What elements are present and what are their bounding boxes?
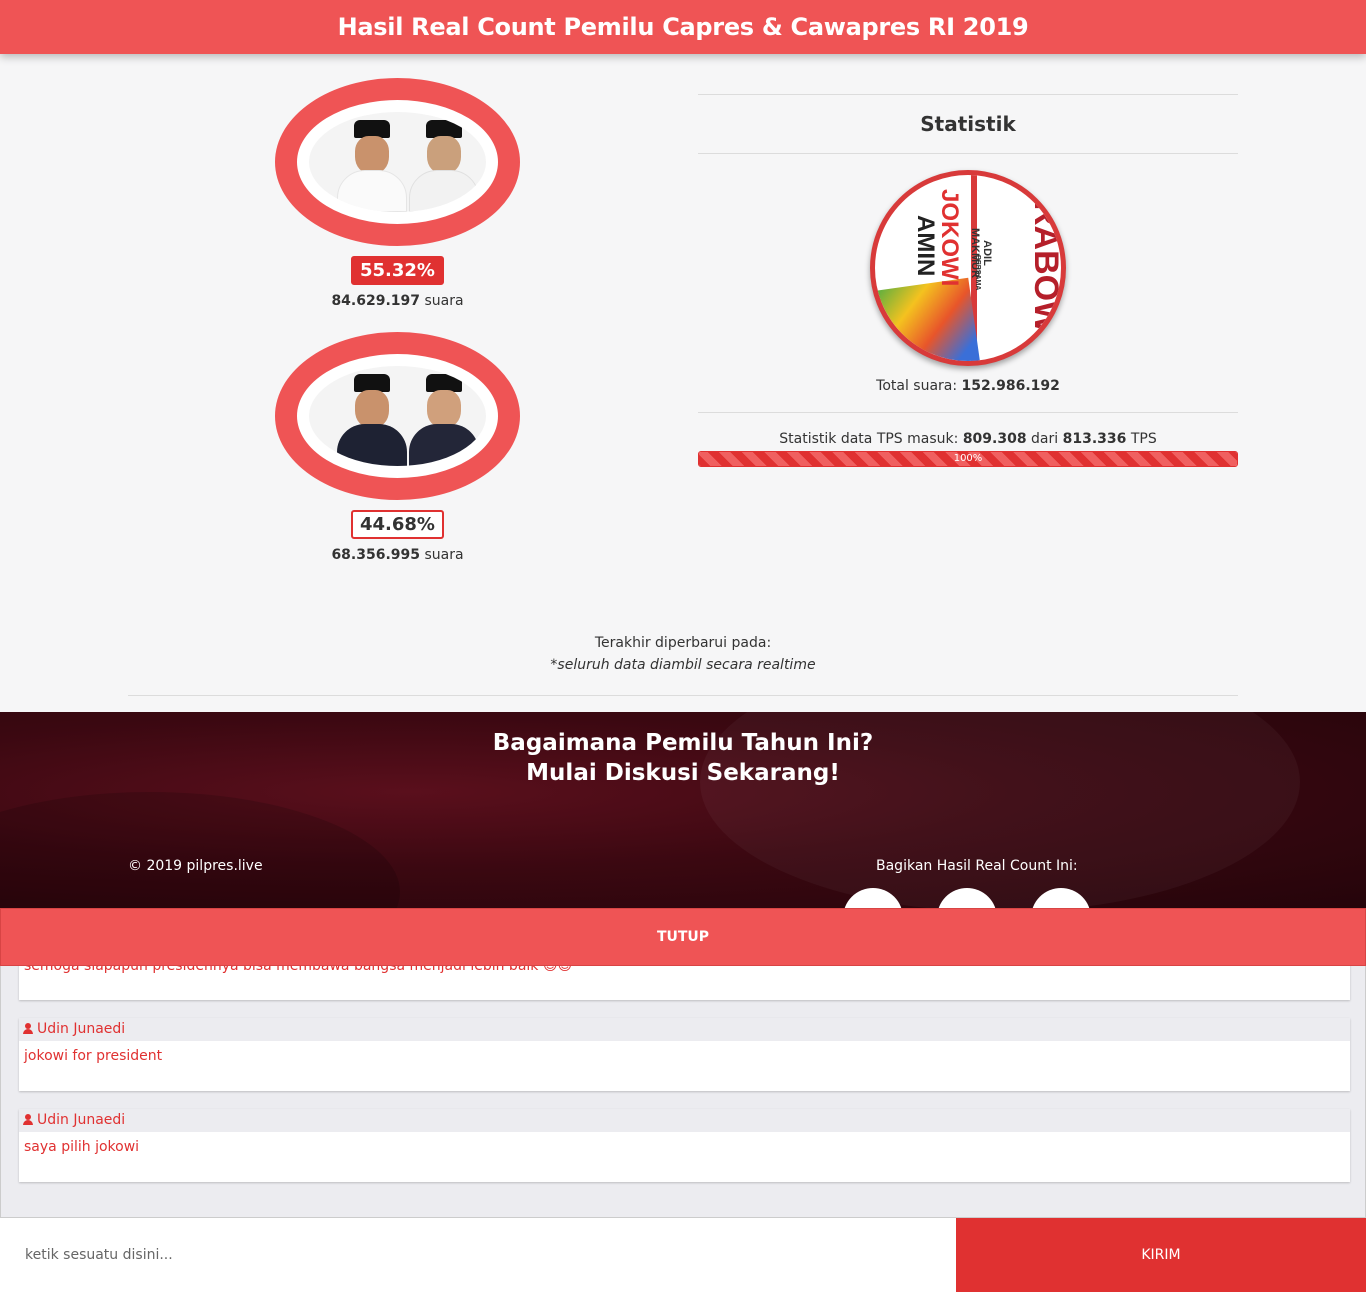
candidate-votes: 84.629.197 suara [331,293,464,309]
user-icon [23,1114,33,1125]
candidate-photo [309,366,486,466]
tps-progress-label: 100% [953,453,983,464]
candidate-votes: 68.356.995 suara [331,547,464,563]
candidate-card-1: 55.32% 84.629.197 suara [275,78,520,309]
realtime-note: *seluruh data diambil secara realtime [550,657,816,673]
divider [128,695,1238,696]
tps-stats: Statistik data TPS masuk: 809.308 dari 8… [779,431,1157,447]
share-label: Bagikan Hasil Real Count Ini: [876,858,1078,874]
candidate-card-2: 44.68% 68.356.995 suara [275,332,520,563]
discussion-heading: Bagaimana Pemilu Tahun Ini? Mulai Diskusi… [492,730,874,786]
candidate-photo [309,112,486,212]
comment-item: Udin Junaedi saya pilih jokowi [19,1109,1350,1182]
total-votes: Total suara: 152.986.192 [876,378,1060,394]
tps-progress-bar: 100% [698,451,1238,467]
copyright: © 2019 pilpres.live [128,858,263,874]
comment-input[interactable] [0,1218,956,1292]
candidate-photo-frame [275,78,520,246]
close-button[interactable]: TUTUP [0,908,1366,966]
last-updated: Terakhir diperbarui pada: *seluruh data … [0,635,1366,673]
close-label: TUTUP [656,929,710,945]
statistics-title: Statistik [920,112,1016,136]
election-logo: JOKOWI AMIN ADIL MAKMUR BERSAMA RABOW [870,170,1066,366]
candidate-percent: 44.68% [351,510,444,539]
send-button[interactable]: KIRIM [956,1218,1366,1292]
page-title: Hasil Real Count Pemilu Capres & Cawapre… [337,13,1029,41]
comment-item: Udin Junaedi jokowi for president [19,1018,1350,1091]
last-updated-label: Terakhir diperbarui pada: [594,635,772,651]
comment-text: saya pilih jokowi [24,1139,140,1155]
user-icon [23,1023,33,1034]
comment-author: Udin Junaedi [19,1018,1350,1041]
top-header: Hasil Real Count Pemilu Capres & Cawapre… [0,0,1366,54]
discussion-banner: Bagaimana Pemilu Tahun Ini? Mulai Diskusi… [0,712,1366,912]
candidate-percent: 55.32% [351,256,444,285]
comment-author: Udin Junaedi [19,1109,1350,1132]
candidate-photo-frame [275,332,520,500]
comment-form: KIRIM [0,1217,1366,1292]
statistics-panel: Statistik JOKOWI AMIN ADIL MAKMUR BERSAM… [698,94,1238,467]
comment-text: jokowi for president [24,1048,163,1064]
